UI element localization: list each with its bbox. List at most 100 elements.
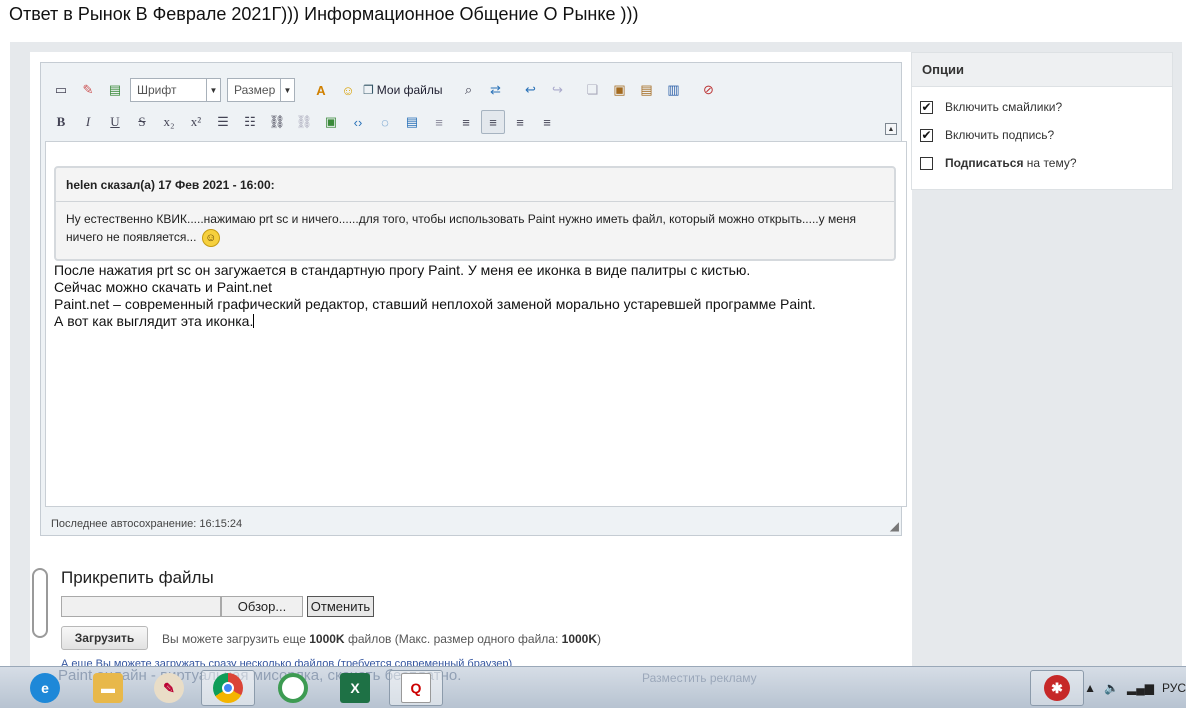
files-icon: ❐ (363, 83, 374, 97)
message-line: А вот как выглядит эта иконка. (54, 313, 254, 329)
eraser-icon[interactable]: ✎ (76, 78, 100, 102)
upload-info-text: Вы можете загрузить еще (162, 632, 310, 646)
option-label: Включить подпись? (945, 128, 1055, 142)
underline-icon[interactable]: U (103, 110, 127, 134)
strikethrough-icon[interactable]: S (130, 110, 154, 134)
subscript-icon[interactable]: x₂ (157, 110, 181, 134)
qlik-icon[interactable] (266, 670, 320, 706)
excel-icon[interactable]: X (328, 670, 382, 706)
editor-content[interactable]: helen сказал(а) 17 Фев 2021 - 16:00: Ну … (45, 141, 907, 507)
autosave-label: Последнее автосохранение: 16:15:24 (51, 518, 243, 530)
link-icon[interactable]: ⛓ (265, 110, 289, 134)
taskbar-ghost-text: Разместить рекламу (642, 671, 757, 685)
smiley-icon: ☺ (201, 228, 220, 247)
image-icon[interactable]: ▣ (319, 110, 343, 134)
bold-icon[interactable]: B (49, 110, 73, 134)
spoiler-icon[interactable]: ▤ (400, 110, 424, 134)
paperclip-icon (32, 568, 48, 638)
options-header: Опции (912, 53, 1172, 87)
replace-icon[interactable]: ⇄ (483, 78, 507, 102)
option-smileys[interactable]: ✔ Включить смайлики? (920, 100, 1062, 114)
smiley-icon[interactable]: ☺ (336, 78, 360, 102)
toolbar-row-1: ▭ ✎ ▤ Шрифт ▼ Размер ▼ A ☺ ❐ Мои файлы ⌕… (49, 75, 723, 105)
option-label-bold: Подписаться (945, 156, 1024, 170)
paste-text-icon[interactable]: ▤ (634, 78, 658, 102)
editor-frame: ▭ ✎ ▤ Шрифт ▼ Размер ▼ A ☺ ❐ Мои файлы ⌕… (40, 62, 907, 536)
signature-checkbox[interactable]: ✔ (920, 128, 933, 142)
smileys-checkbox[interactable]: ✔ (920, 100, 933, 114)
indent-icon[interactable]: ≡ (454, 110, 478, 134)
chevron-down-icon: ▼ (206, 79, 220, 101)
toolbar-row-2: B I U S x₂ x² ☰ ☷ ⛓ ⛓ ▣ ‹› ◌ ▤ ≡ ≡ ≡ ≡ ≡ (49, 107, 562, 137)
quote-body: Ну естественно КВИК.....нажимаю prt sc и… (56, 202, 894, 247)
quote-block: helen сказал(а) 17 Фев 2021 - 16:00: Ну … (54, 166, 896, 261)
options-panel: Опции ✔ Включить смайлики? ✔ Включить по… (911, 52, 1173, 190)
ie-icon[interactable]: e (18, 670, 72, 706)
my-files-button[interactable]: ❐ Мои файлы (363, 83, 442, 97)
taskbar: Paint онлайн - виртуальная мисорлка, ска… (0, 666, 1186, 708)
align-center-icon[interactable]: ≡ (508, 110, 532, 134)
paste-word-icon[interactable]: ▥ (661, 78, 685, 102)
system-tray: ▲ 🔈 ▂▄▆ РУС (1076, 673, 1186, 703)
size-select[interactable]: Размер ▼ (227, 78, 295, 102)
font-select[interactable]: Шрифт ▼ (130, 78, 221, 102)
undo-icon[interactable]: ↩ (518, 78, 542, 102)
message-line-last: А вот как выглядит эта иконка. (54, 313, 816, 330)
code-icon[interactable]: ‹› (346, 110, 370, 134)
size-select-label: Размер (234, 83, 276, 97)
option-label: Включить смайлики? (945, 100, 1063, 114)
option-signature[interactable]: ✔ Включить подпись? (920, 128, 1054, 142)
upload-info-text: файлов (Макс. размер одного файла: (344, 632, 562, 646)
redo-icon[interactable]: ↪ (545, 78, 569, 102)
message-text: После нажатия prt sc он загужается в ста… (54, 262, 816, 330)
message-line: Paint.net – современный графический реда… (54, 296, 816, 312)
quote-header: helen сказал(а) 17 Фев 2021 - 16:00: (56, 168, 894, 202)
superscript-icon[interactable]: x² (184, 110, 208, 134)
quote-text: Ну естественно КВИК.....нажимаю prt sc и… (66, 212, 857, 244)
text-color-icon[interactable]: A (309, 78, 333, 102)
attach-title: Прикрепить файлы (61, 568, 214, 587)
bullet-list-icon[interactable]: ☰ (211, 110, 235, 134)
upload-info: Вы можете загрузить еще 1000K файлов (Ма… (162, 632, 601, 646)
editor-card: ▭ ✎ ▤ Шрифт ▼ Размер ▼ A ☺ ❐ Мои файлы ⌕… (30, 52, 912, 672)
show-hidden-icon[interactable]: ▲ (1084, 681, 1096, 695)
language-indicator[interactable]: РУС (1162, 681, 1186, 695)
page-title: Ответ в Рынок В Феврале 2021Г))) Информа… (9, 4, 639, 24)
text-caret (253, 314, 255, 328)
cancel-button[interactable]: Отменить (307, 596, 374, 617)
upload-info-count: 1000K (309, 632, 345, 646)
option-subscribe[interactable]: Подписаться на тему? (920, 156, 1077, 170)
file-path-field[interactable] (61, 596, 221, 617)
resize-grip-icon[interactable]: ◢ (890, 519, 899, 533)
align-right-icon[interactable]: ≡ (535, 110, 559, 134)
browse-button[interactable]: Обзор... (221, 596, 303, 617)
paste-icon[interactable]: ▣ (607, 78, 631, 102)
unlink-icon[interactable]: ⛓ (292, 110, 316, 134)
network-icon[interactable]: ▂▄▆ (1127, 681, 1154, 695)
remove-format-icon[interactable]: ▭ (49, 78, 73, 102)
collapse-toolbar-button[interactable]: ▲ (885, 123, 897, 135)
autosave-status: Последнее автосохранение: 16:15:24 (45, 513, 907, 535)
option-label: на тему? (1023, 156, 1077, 170)
font-select-label: Шрифт (137, 83, 177, 97)
message-line: После нажатия prt sc он загужается в ста… (54, 262, 751, 278)
copy-icon[interactable]: ❏ (580, 78, 604, 102)
upload-button[interactable]: Загрузить (61, 626, 148, 650)
explorer-icon[interactable]: ▬ (81, 670, 135, 706)
quote-icon[interactable]: ◌ (373, 110, 397, 134)
paint-icon[interactable]: ✎ (142, 670, 196, 706)
quik-icon[interactable]: Q (389, 670, 443, 706)
subscribe-checkbox[interactable] (920, 156, 933, 170)
spellcheck-icon[interactable]: ⊘ (696, 78, 720, 102)
chrome-icon[interactable] (201, 670, 255, 706)
italic-icon[interactable]: I (76, 110, 100, 134)
upload-info-size: 1000K (561, 632, 598, 646)
align-left-icon[interactable]: ≡ (481, 110, 505, 134)
source-icon[interactable]: ▤ (103, 78, 127, 102)
chevron-down-icon: ▼ (280, 79, 294, 101)
search-icon[interactable]: ⌕ (456, 78, 480, 102)
volume-icon[interactable]: 🔈 (1104, 681, 1119, 695)
numbered-list-icon[interactable]: ☷ (238, 110, 262, 134)
outdent-icon[interactable]: ≡ (427, 110, 451, 134)
message-line: Сейчас можно скачать и Paint.net (54, 279, 272, 295)
